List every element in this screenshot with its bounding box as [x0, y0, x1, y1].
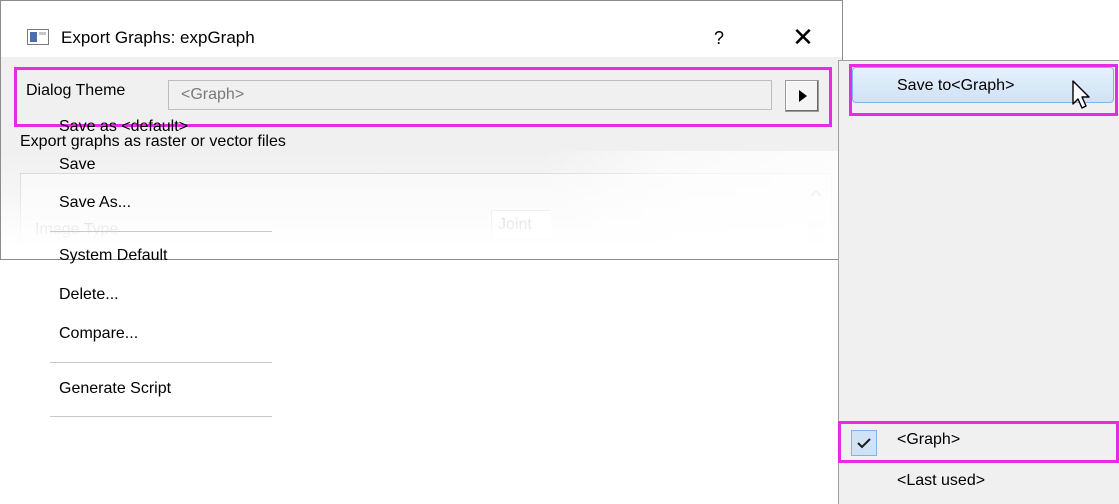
dialog-theme-field[interactable]: <Graph> — [168, 80, 772, 110]
menu-item-system-default[interactable]: System Default — [59, 247, 167, 265]
mouse-cursor-icon — [1072, 80, 1090, 109]
screen: Export Graphs: expGraph ? ✕ Dialog Theme… — [0, 0, 1119, 504]
dialog-app-icon — [27, 29, 49, 45]
title-bar: Export Graphs: expGraph ? ✕ — [1, 1, 842, 57]
menu-item-save-as[interactable]: Save As... — [59, 194, 131, 212]
dialog-theme-label: Dialog Theme — [26, 82, 126, 99]
menu-item-generate-script[interactable]: Generate Script — [59, 380, 171, 398]
scroll-up-icon[interactable] — [810, 188, 822, 200]
menu-item-last-used[interactable]: <Last used> — [897, 472, 985, 490]
menu-separator — [50, 231, 272, 232]
menu-separator — [50, 362, 272, 363]
theme-menu-button[interactable] — [785, 80, 819, 112]
image-type-label: Image Type — [35, 221, 119, 238]
menu-item-compare[interactable]: Compare... — [59, 325, 138, 343]
help-button[interactable]: ? — [705, 23, 733, 53]
menu-separator — [50, 416, 272, 417]
dialog-title: Export Graphs: expGraph — [61, 28, 255, 47]
image-type-value[interactable]: Joint — [491, 210, 551, 240]
graph-theme-highlight-box — [838, 421, 1119, 463]
close-button[interactable]: ✕ — [783, 21, 823, 53]
menu-item-delete[interactable]: Delete... — [59, 286, 119, 304]
menu-item-save-as-default[interactable]: Save as <default> — [59, 118, 188, 136]
menu-item-save[interactable]: Save — [59, 156, 95, 174]
